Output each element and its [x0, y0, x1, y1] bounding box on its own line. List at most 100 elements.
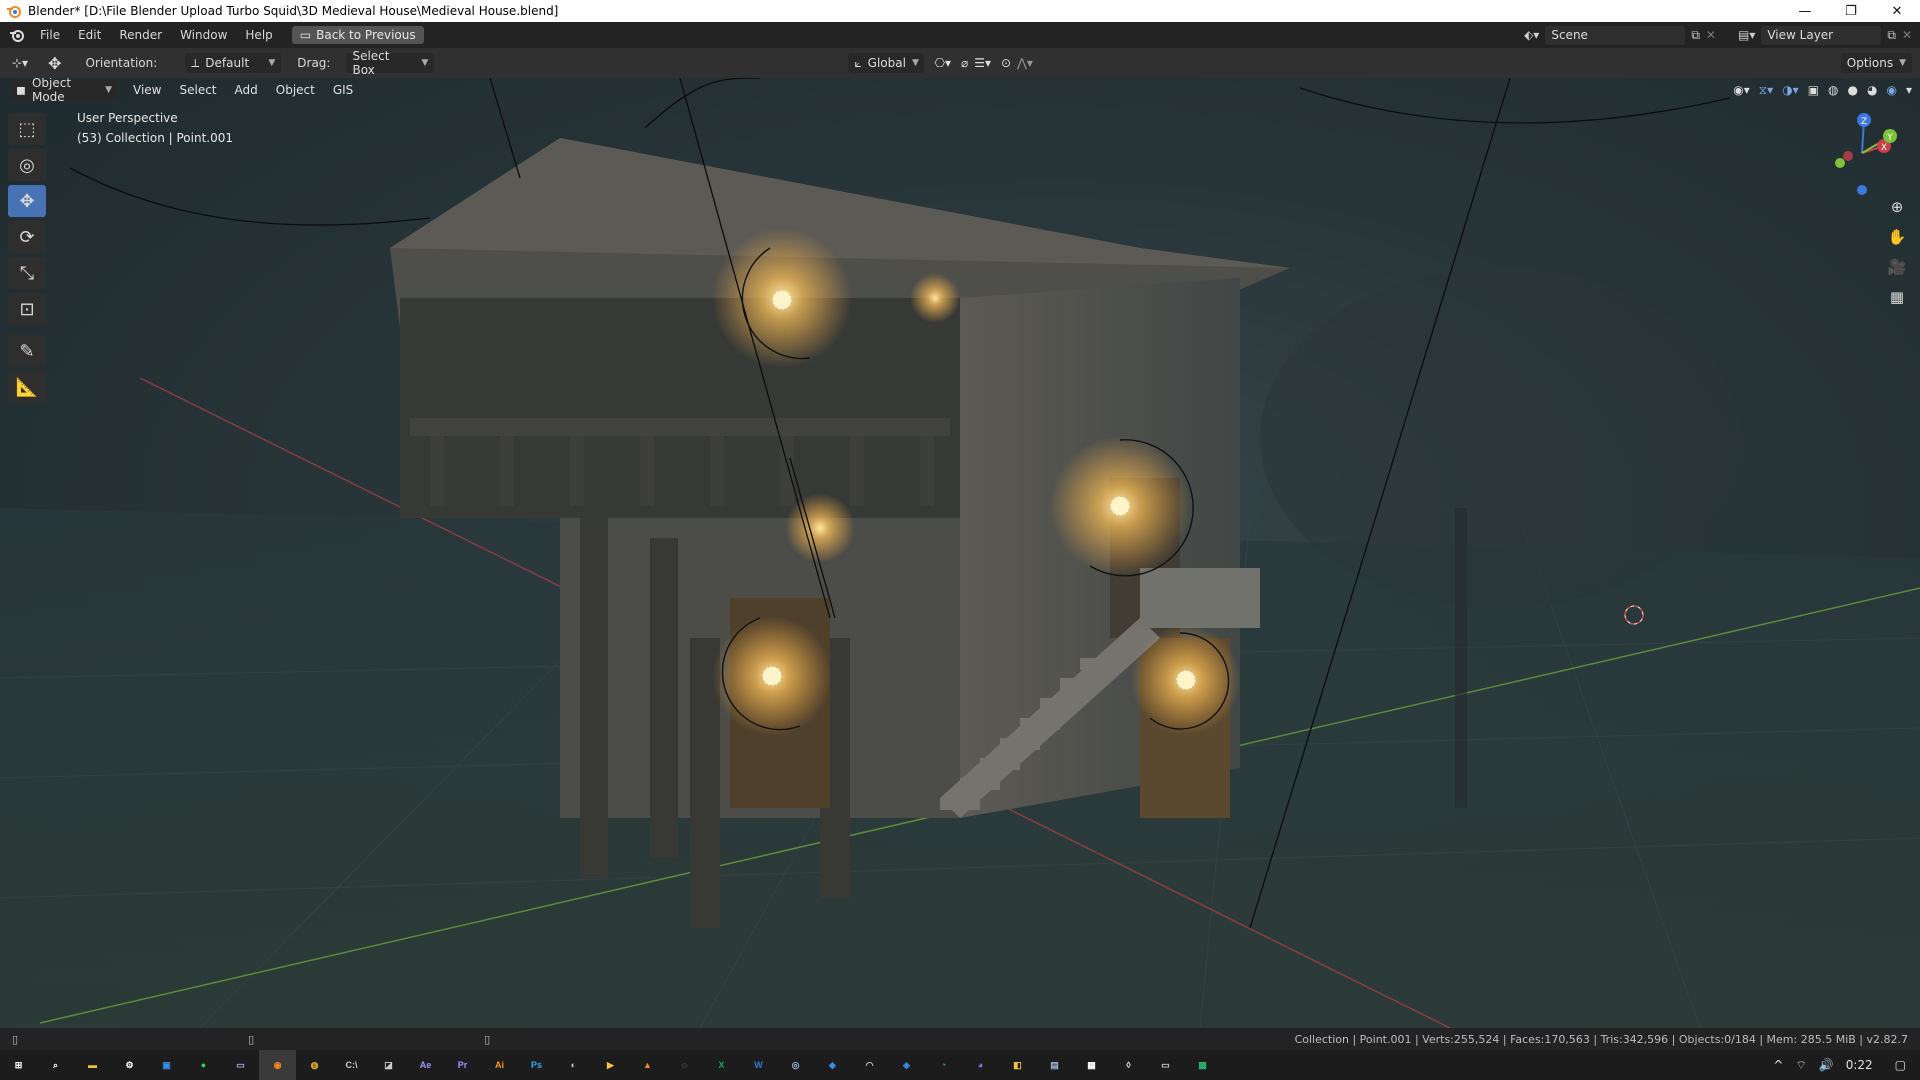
network-icon[interactable]: ⌔ [1795, 1058, 1806, 1073]
taskbar-app-30-icon[interactable]: ◊ [1110, 1050, 1147, 1080]
cursor-tool-icon[interactable]: ◎ [8, 149, 46, 181]
taskbar-excel-icon[interactable]: X [703, 1050, 740, 1080]
delete-scene-icon[interactable]: ✕ [1706, 28, 1716, 42]
taskbar-app-31-icon[interactable]: ▭ [1147, 1050, 1184, 1080]
object-mode-dropdown[interactable]: ◼ Object Mode ▼ [10, 78, 118, 104]
pivot-point-icon[interactable]: ⎔▾ [934, 56, 951, 70]
new-view-layer-icon[interactable]: ⧉ [1887, 28, 1896, 43]
viewport-menu-add[interactable]: Add [226, 83, 267, 97]
scene-icon[interactable]: ⬖▾ [1524, 28, 1539, 42]
taskbar-calculator-icon[interactable]: ▦ [1073, 1050, 1110, 1080]
taskbar-app-16-icon[interactable]: ▶ [592, 1050, 629, 1080]
menu-edit[interactable]: Edit [69, 22, 110, 48]
taskbar-file-explorer-icon[interactable]: ▬ [74, 1050, 111, 1080]
taskbar-tool-icon[interactable]: ◪ [370, 1050, 407, 1080]
taskbar-start-icon[interactable]: ⊞ [0, 1050, 37, 1080]
menu-window[interactable]: Window [171, 22, 236, 48]
menu-file[interactable]: File [31, 22, 69, 48]
pan-hand-icon[interactable]: ✋ [1886, 226, 1908, 248]
taskbar-store-icon[interactable]: ▣ [148, 1050, 185, 1080]
gizmo-toggle-icon[interactable]: ⧖▾ [1759, 83, 1773, 98]
wireframe-shading-icon[interactable]: ◍ [1828, 83, 1838, 97]
editor-type-icon[interactable]: ⊹▾ [12, 56, 28, 70]
taskbar-illustrator-icon[interactable]: Ai [481, 1050, 518, 1080]
falloff-icon[interactable]: ⋀▾ [1017, 56, 1033, 70]
taskbar-word-icon[interactable]: W [740, 1050, 777, 1080]
back-to-previous-button[interactable]: ▭ Back to Previous [291, 26, 424, 44]
taskbar-chrome-icon[interactable]: ◍ [296, 1050, 333, 1080]
menu-help[interactable]: Help [236, 22, 281, 48]
taskbar-app-23-icon[interactable]: ◠ [851, 1050, 888, 1080]
tray-chevron-icon[interactable]: ^ [1773, 1058, 1783, 1072]
scene-field[interactable]: Scene [1545, 25, 1686, 45]
rotate-tool-icon[interactable]: ⟳ [8, 221, 46, 253]
system-tray: ^ ⌔ 🔊 0:22 ▢ [1773, 1058, 1920, 1073]
taskbar-premiere-icon[interactable]: Pr [444, 1050, 481, 1080]
drag-dropdown[interactable]: Select Box ▼ [346, 49, 435, 77]
taskbar-blender-icon[interactable]: ◉ [259, 1050, 296, 1080]
zoom-icon[interactable]: ⊕ [1886, 196, 1908, 218]
perspective-grid-icon[interactable]: ▦ [1886, 286, 1908, 308]
material-shading-icon[interactable]: ◕ [1867, 83, 1877, 97]
taskbar-vlc-icon[interactable]: ▲ [629, 1050, 666, 1080]
chevron-down-icon: ▼ [911, 58, 919, 68]
menu-render[interactable]: Render [110, 22, 171, 48]
taskbar-app-15-icon[interactable]: ◐ [555, 1050, 592, 1080]
move-tool-button-icon[interactable]: ✥ [8, 185, 46, 217]
rendered-shading-icon[interactable]: ◉ [1886, 83, 1896, 97]
options-dropdown[interactable]: Options ▼ [1840, 53, 1912, 73]
transform-tool-icon[interactable]: ⊡ [8, 293, 46, 325]
taskbar-app-32-icon[interactable]: ▩ [1184, 1050, 1221, 1080]
taskbar-taskview-icon[interactable]: ▭ [222, 1050, 259, 1080]
taskbar-after-effects-icon[interactable]: Ae [407, 1050, 444, 1080]
annotate-tool-icon[interactable]: ✎ [8, 335, 46, 367]
select-box-tool-icon[interactable]: ⬚ [8, 113, 46, 145]
restore-button[interactable]: ❐ [1828, 0, 1874, 22]
blender-menu-icon[interactable] [9, 27, 25, 43]
taskbar-app-24-icon[interactable]: ◈ [888, 1050, 925, 1080]
taskbar-steam-icon[interactable]: ◎ [777, 1050, 814, 1080]
snap-toggle-icon[interactable]: ⌀ [961, 56, 968, 70]
proportional-edit-icon[interactable]: ⊙ [1001, 56, 1011, 70]
viewport-menu-object[interactable]: Object [267, 83, 324, 97]
taskbar-terminal-icon[interactable]: C:\ [333, 1050, 370, 1080]
visibility-icon[interactable]: ◉▾ [1733, 83, 1750, 97]
camera-icon[interactable]: 🎥 [1886, 256, 1908, 278]
chevron-down-icon: ▼ [1899, 58, 1906, 68]
delete-view-layer-icon[interactable]: ✕ [1902, 28, 1912, 42]
orientation-dropdown[interactable]: ⟂ Default ▼ [185, 53, 282, 73]
solid-shading-icon[interactable]: ● [1848, 83, 1858, 97]
overlay-toggle-icon[interactable]: ◑▾ [1782, 83, 1799, 97]
measure-tool-icon[interactable]: 📐 [8, 371, 46, 403]
snap-element-icon[interactable]: ☰▾ [974, 56, 991, 70]
viewport-menu-select[interactable]: Select [170, 83, 225, 97]
notifications-icon[interactable]: ▢ [1895, 1058, 1906, 1072]
shading-options-icon[interactable]: ▾ [1906, 83, 1912, 97]
navigation-gizmo[interactable]: Z X Y [1822, 108, 1902, 198]
taskbar-edge-icon[interactable]: ◔ [925, 1050, 962, 1080]
taskbar-app-27-icon[interactable]: ◧ [999, 1050, 1036, 1080]
transform-orientation-dropdown[interactable]: ⟀ Global ▼ [848, 53, 925, 73]
viewport-menu-view[interactable]: View [124, 83, 170, 97]
minimize-button[interactable]: — [1782, 0, 1828, 22]
taskbar-app-28-icon[interactable]: ▤ [1036, 1050, 1073, 1080]
viewport-menu-gis[interactable]: GIS [324, 83, 362, 97]
scene-name: Scene [1551, 28, 1588, 42]
taskbar-whatsapp-icon[interactable]: ● [185, 1050, 222, 1080]
taskbar-app-18-icon[interactable]: ◌ [666, 1050, 703, 1080]
taskbar-settings-icon[interactable]: ⚙ [111, 1050, 148, 1080]
3d-viewport[interactable]: ◼ Object Mode ▼ View Select Add Object G… [0, 78, 1920, 1028]
view-layer-field[interactable]: View Layer [1761, 25, 1882, 45]
new-scene-icon[interactable]: ⧉ [1691, 28, 1700, 43]
taskbar-app-22-icon[interactable]: ◆ [814, 1050, 851, 1080]
view-layer-icon[interactable]: ▤▾ [1738, 28, 1755, 42]
close-button[interactable]: ✕ [1874, 0, 1920, 22]
xray-toggle-icon[interactable]: ▣ [1808, 83, 1819, 97]
taskbar-app-26-icon[interactable]: ◕ [962, 1050, 999, 1080]
settings-glyph: ⚙ [125, 1059, 134, 1070]
scale-tool-icon[interactable]: ⤡ [8, 257, 46, 289]
volume-icon[interactable]: 🔊 [1819, 1058, 1834, 1072]
taskbar-photoshop-icon[interactable]: Ps [518, 1050, 555, 1080]
clock[interactable]: 0:22 [1846, 1058, 1873, 1072]
taskbar-search-icon[interactable]: ⌕ [37, 1050, 74, 1080]
